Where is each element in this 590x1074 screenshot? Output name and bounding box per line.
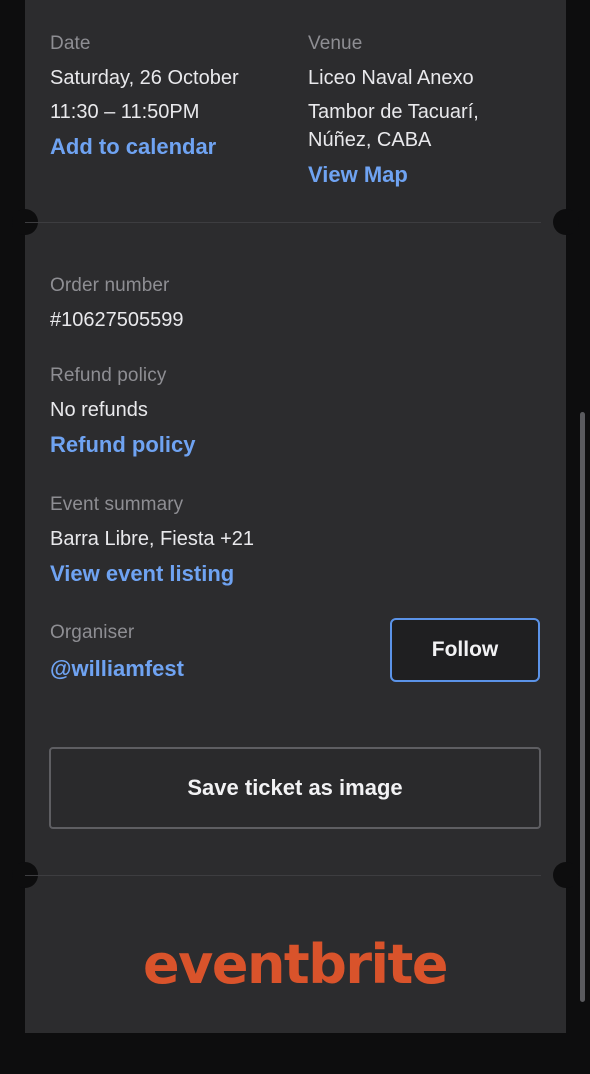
- venue-name: Liceo Naval Anexo: [308, 67, 474, 89]
- date-label: Date: [50, 33, 91, 54]
- venue-label: Venue: [308, 33, 363, 54]
- eventbrite-logo: eventbrite: [143, 933, 448, 996]
- organiser-handle-link[interactable]: @williamfest: [50, 656, 184, 682]
- time-value: 11:30 – 11:50PM: [50, 101, 200, 123]
- save-ticket-as-image-button[interactable]: Save ticket as image: [49, 747, 541, 829]
- order-number-value: #10627505599: [50, 309, 184, 331]
- venue-address-line1: Tambor de Tacuarí,: [308, 101, 479, 123]
- event-summary-label: Event summary: [50, 494, 184, 515]
- venue-address-line2: Núñez, CABA: [308, 129, 432, 151]
- ticket-notch-right: [553, 209, 579, 235]
- ticket-divider: [25, 875, 541, 876]
- event-summary-value: Barra Libre, Fiesta +21: [50, 528, 254, 550]
- follow-button[interactable]: Follow: [390, 618, 540, 682]
- scrollbar[interactable]: [580, 412, 585, 1002]
- organiser-label: Organiser: [50, 622, 135, 643]
- order-number-label: Order number: [50, 275, 170, 296]
- refund-policy-label: Refund policy: [50, 365, 167, 386]
- add-to-calendar-link[interactable]: Add to calendar: [50, 134, 216, 160]
- ticket-notch-right: [553, 862, 579, 888]
- date-value: Saturday, 26 October: [50, 67, 239, 89]
- view-map-link[interactable]: View Map: [308, 162, 408, 188]
- refund-policy-link[interactable]: Refund policy: [50, 432, 195, 458]
- view-event-listing-link[interactable]: View event listing: [50, 561, 234, 587]
- refund-policy-value: No refunds: [50, 399, 148, 421]
- ticket-divider: [25, 222, 541, 223]
- ticket-screen: Date Saturday, 26 October 11:30 – 11:50P…: [0, 0, 590, 1074]
